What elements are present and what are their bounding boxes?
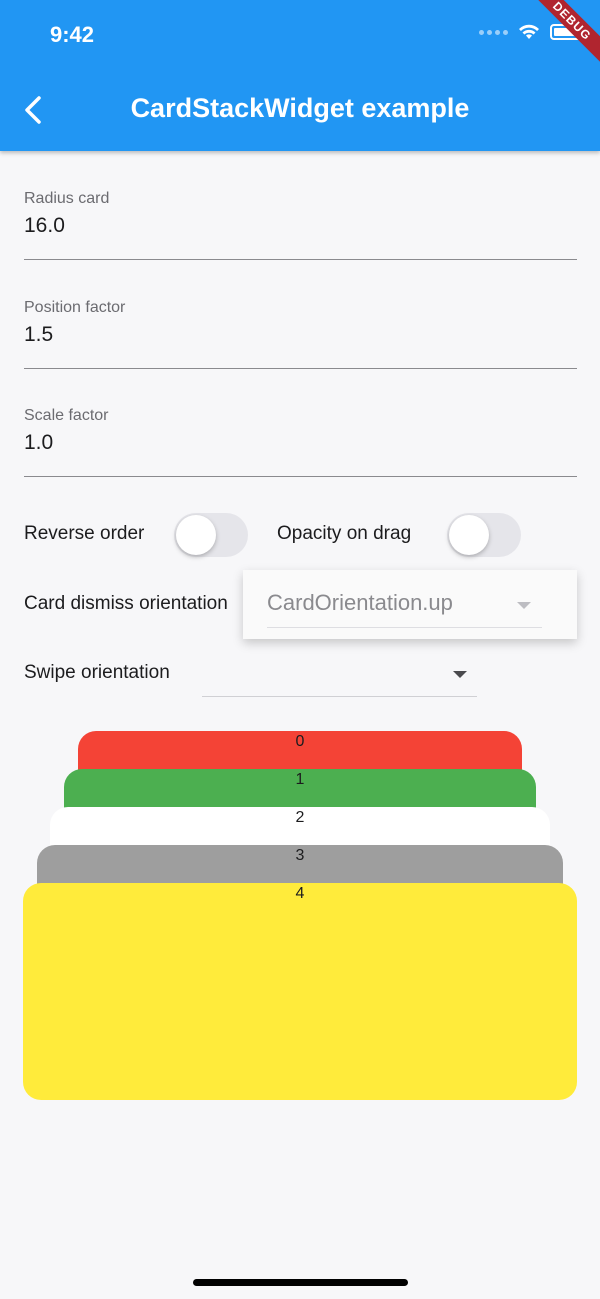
swipe-orientation-label: Swipe orientation xyxy=(24,662,170,683)
opacity-on-drag-label: Opacity on drag xyxy=(277,523,412,544)
caret-down-icon xyxy=(517,602,531,609)
position-factor-value[interactable]: 1.5 xyxy=(24,323,577,347)
card-dismiss-orientation-label: Card dismiss orientation xyxy=(24,593,228,614)
radius-card-value[interactable]: 16.0 xyxy=(24,214,577,238)
reverse-order-switch[interactable] xyxy=(174,513,248,557)
card-label: 0 xyxy=(295,733,305,750)
card-label: 1 xyxy=(295,771,305,788)
card-label: 2 xyxy=(295,809,305,826)
scale-factor-field[interactable]: Scale factor 1.0 xyxy=(24,407,577,477)
status-time: 9:42 xyxy=(50,22,95,47)
app-bar: 9:42 DEBUG CardStackWidget example xyxy=(0,0,600,151)
scale-factor-label: Scale factor xyxy=(24,407,109,424)
card-label: 4 xyxy=(295,885,305,902)
caret-down-icon xyxy=(453,671,467,678)
position-factor-label: Position factor xyxy=(24,299,126,316)
swipe-orientation-dropdown[interactable] xyxy=(202,650,477,697)
card-dismiss-orientation-dropdown[interactable]: CardOrientation.up xyxy=(243,570,577,639)
home-indicator xyxy=(193,1279,408,1286)
stack-card-4[interactable]: 4 xyxy=(23,883,577,1100)
reverse-order-label: Reverse order xyxy=(24,523,145,544)
dropdown-field[interactable]: CardOrientation.up xyxy=(267,582,542,628)
opacity-on-drag-switch[interactable] xyxy=(447,513,521,557)
page-title: CardStackWidget example xyxy=(130,93,470,123)
wifi-icon xyxy=(519,24,539,39)
scale-factor-value[interactable]: 1.0 xyxy=(24,431,577,455)
switch-knob xyxy=(176,515,216,555)
radius-card-field[interactable]: Radius card 16.0 xyxy=(24,190,577,260)
dropdown-selected-value[interactable]: CardOrientation.up xyxy=(267,590,453,616)
position-factor-field[interactable]: Position factor 1.5 xyxy=(24,299,577,369)
signal-icon xyxy=(479,29,508,35)
card-label: 3 xyxy=(295,847,305,864)
switch-knob xyxy=(449,515,489,555)
radius-card-label: Radius card xyxy=(24,190,110,207)
